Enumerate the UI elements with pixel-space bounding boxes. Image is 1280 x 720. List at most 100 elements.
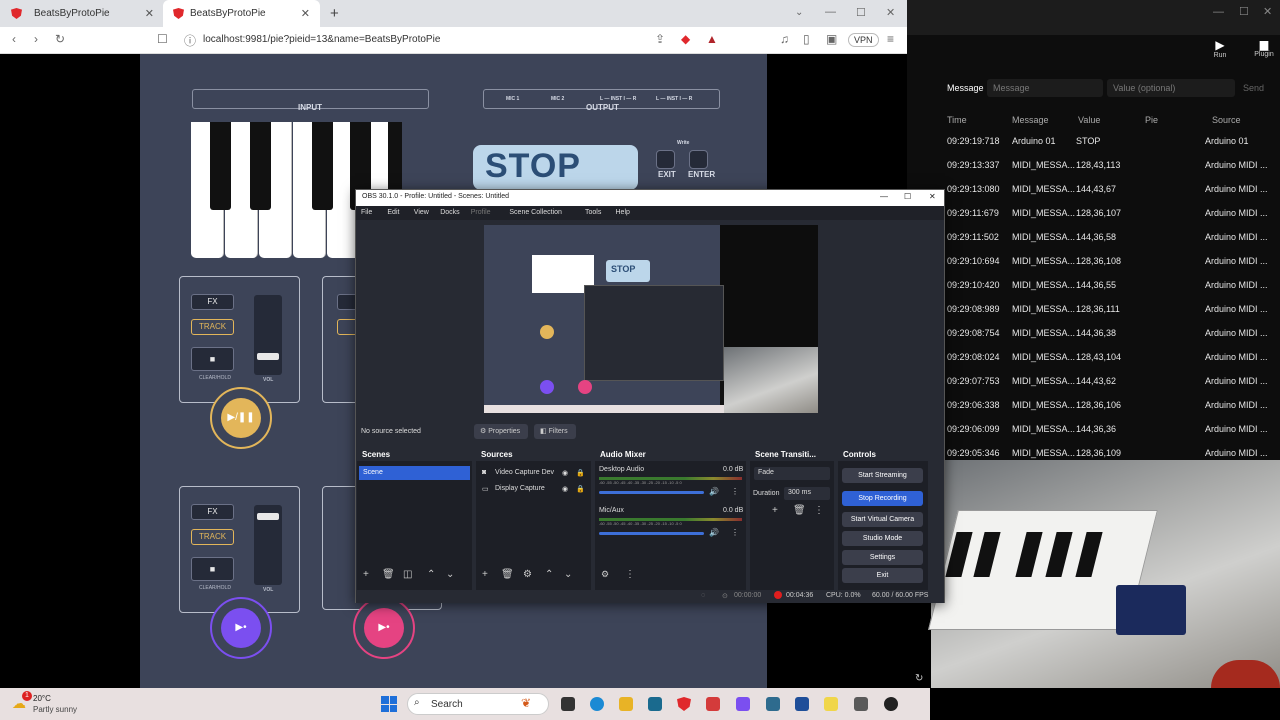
kebab-menu-icon[interactable]: ⋮: [731, 487, 739, 496]
run-button[interactable]: ▶ Run: [1207, 38, 1233, 59]
black-key[interactable]: [250, 122, 271, 210]
up-icon[interactable]: ⌃: [427, 569, 435, 580]
obs-preview[interactable]: STOP: [484, 225, 818, 413]
value-input[interactable]: Value (optional): [1107, 79, 1235, 97]
trash-icon[interactable]: 🗑: [793, 505, 806, 516]
menu-item[interactable]: Profile: [471, 209, 491, 216]
store-icon[interactable]: [648, 697, 662, 711]
volume-fader[interactable]: [254, 505, 282, 585]
connect-app-icon[interactable]: [854, 697, 868, 711]
plugin-button[interactable]: ▆ Plugin: [1251, 38, 1277, 58]
close-window-icon[interactable]: ✕: [929, 192, 936, 201]
enter-button[interactable]: [689, 150, 708, 169]
visual-studio-icon[interactable]: [736, 697, 750, 711]
fx-button[interactable]: FX: [191, 294, 234, 310]
sticky-notes-icon[interactable]: [824, 697, 838, 711]
widget-icon[interactable]: ❦: [521, 696, 531, 710]
source-item[interactable]: Display Capture: [495, 485, 545, 492]
menu-item[interactable]: Help: [616, 209, 630, 216]
close-window-icon[interactable]: ✕: [886, 6, 895, 19]
stop-display[interactable]: STOP: [473, 145, 638, 190]
kebab-menu-icon[interactable]: ⋮: [814, 505, 824, 516]
black-key[interactable]: [312, 122, 333, 210]
menu-item[interactable]: File: [361, 209, 372, 216]
send-button[interactable]: Send: [1243, 83, 1264, 93]
share-icon[interactable]: ⇪: [655, 32, 665, 46]
duration-input[interactable]: 300 ms: [784, 487, 830, 500]
maximize-icon[interactable]: ☐: [856, 6, 866, 19]
up-icon[interactable]: ⌃: [545, 569, 553, 580]
trash-icon[interactable]: 🗑: [382, 569, 395, 580]
minimize-icon[interactable]: —: [880, 192, 888, 201]
sidebar-icon[interactable]: ▯: [803, 32, 810, 46]
black-key[interactable]: [210, 122, 231, 210]
lock-icon[interactable]: 🔒: [576, 469, 585, 477]
brave-shield-icon[interactable]: ◆: [681, 32, 690, 46]
message-input[interactable]: Message: [987, 79, 1103, 97]
fader-knob[interactable]: [257, 353, 279, 360]
edge-icon[interactable]: [590, 697, 604, 711]
speaker-icon[interactable]: 🔊: [709, 528, 719, 537]
refresh-icon[interactable]: ↻: [915, 673, 923, 684]
studio-mode-button[interactable]: Studio Mode: [842, 531, 923, 546]
eye-icon[interactable]: ◉: [562, 485, 568, 493]
scene-item[interactable]: Scene: [359, 466, 470, 480]
new-tab-icon[interactable]: +: [330, 5, 339, 22]
clear-hold-button[interactable]: ■: [191, 557, 234, 581]
wallet-icon[interactable]: ▣: [826, 32, 837, 46]
menu-item[interactable]: Edit: [387, 209, 399, 216]
menu-item[interactable]: Docks: [440, 209, 459, 216]
close-icon[interactable]: ✕: [301, 7, 310, 20]
eye-icon[interactable]: ◉: [562, 469, 568, 477]
trash-icon[interactable]: 🗑: [501, 569, 514, 580]
back-icon[interactable]: ‹: [12, 32, 16, 46]
obs-icon[interactable]: [884, 697, 898, 711]
music-icon[interactable]: ♫: [780, 32, 789, 46]
settings-button[interactable]: Settings: [842, 550, 923, 565]
filters-button[interactable]: ◧ Filters: [534, 424, 576, 439]
fx-button[interactable]: FX: [191, 504, 234, 520]
calculator-icon[interactable]: [766, 697, 780, 711]
reload-icon[interactable]: ↻: [55, 32, 65, 46]
stop-recording-button[interactable]: Stop Recording: [842, 491, 923, 506]
close-icon[interactable]: ✕: [145, 7, 154, 20]
close-window-icon[interactable]: ✕: [1263, 5, 1272, 18]
lock-icon[interactable]: 🔒: [576, 485, 585, 493]
add-icon[interactable]: +: [363, 569, 369, 580]
volume-slider[interactable]: [599, 491, 704, 494]
add-icon[interactable]: +: [772, 505, 778, 516]
minimize-icon[interactable]: —: [825, 6, 836, 18]
exit-button[interactable]: [656, 150, 675, 169]
windows-start-icon[interactable]: [381, 696, 397, 712]
add-icon[interactable]: +: [482, 569, 488, 580]
bookmark-icon[interactable]: ☐: [157, 32, 168, 46]
start-streaming-button[interactable]: Start Streaming: [842, 468, 923, 483]
track-button[interactable]: TRACK: [191, 319, 234, 335]
virtual-camera-button[interactable]: Start Virtual Camera: [842, 512, 923, 527]
mixer-settings-icon[interactable]: ⚙: [601, 569, 609, 580]
chevron-down-icon[interactable]: ⌄: [795, 7, 803, 18]
play-button-gold[interactable]: ▶/❚❚: [210, 387, 272, 449]
menu-item[interactable]: Tools: [585, 209, 601, 216]
file-explorer-icon[interactable]: [619, 697, 633, 711]
fader-knob[interactable]: [257, 513, 279, 520]
maximize-icon[interactable]: ☐: [904, 192, 911, 201]
speaker-icon[interactable]: 🔊: [709, 487, 719, 496]
tab-2[interactable]: BeatsByProtoPie ✕: [163, 0, 320, 27]
powershell-icon[interactable]: [795, 697, 809, 711]
kebab-menu-icon[interactable]: ⋮: [625, 569, 635, 580]
properties-button[interactable]: ⚙ Properties: [474, 424, 528, 439]
source-item[interactable]: Video Capture Dev: [495, 469, 554, 476]
filter-icon[interactable]: ◫: [403, 569, 412, 580]
clear-hold-button[interactable]: ■: [191, 347, 234, 371]
volume-fader[interactable]: [254, 295, 282, 375]
play-button-purple[interactable]: ▶•: [210, 597, 272, 659]
tab-1[interactable]: BeatsByProtoPie ✕: [24, 0, 164, 27]
track-button[interactable]: TRACK: [191, 529, 234, 545]
play-button-pink[interactable]: ▶•: [353, 597, 415, 659]
menu-item[interactable]: Scene Collection: [509, 209, 562, 216]
maximize-icon[interactable]: ☐: [1239, 5, 1249, 18]
minimize-icon[interactable]: —: [1213, 6, 1224, 18]
gear-icon[interactable]: ⚙: [523, 569, 532, 580]
down-icon[interactable]: ⌄: [446, 569, 454, 580]
